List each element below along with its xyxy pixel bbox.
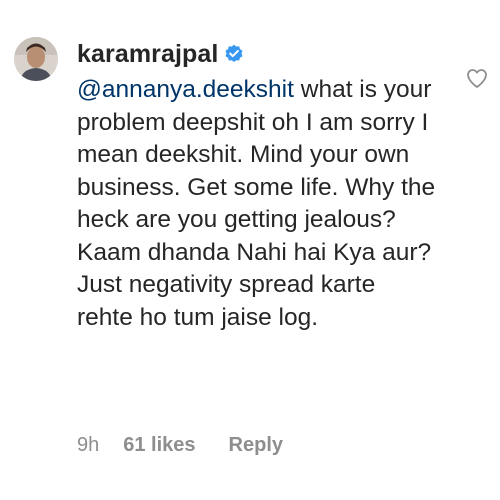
mention-link[interactable]: @annanya.deekshit xyxy=(77,76,294,103)
avatar-image xyxy=(14,37,58,81)
comment-body: what is your problem deepshit oh I am so… xyxy=(77,76,436,331)
likes-count[interactable]: 61 likes xyxy=(123,434,195,457)
comment-text: @annanya.deekshit what is your problem d… xyxy=(77,74,437,334)
timestamp: 9h xyxy=(77,433,100,456)
comment-screen: karamrajpal @annanya.deekshit what is yo… xyxy=(0,0,500,500)
verified-badge-icon xyxy=(224,44,244,64)
username[interactable]: karamrajpal xyxy=(77,40,218,69)
heart-outline-icon[interactable] xyxy=(465,66,489,90)
avatar[interactable] xyxy=(14,37,58,81)
comment-header: karamrajpal xyxy=(77,38,244,70)
comment-meta: 9h 61 likes Reply xyxy=(77,431,283,459)
reply-button[interactable]: Reply xyxy=(229,434,283,457)
